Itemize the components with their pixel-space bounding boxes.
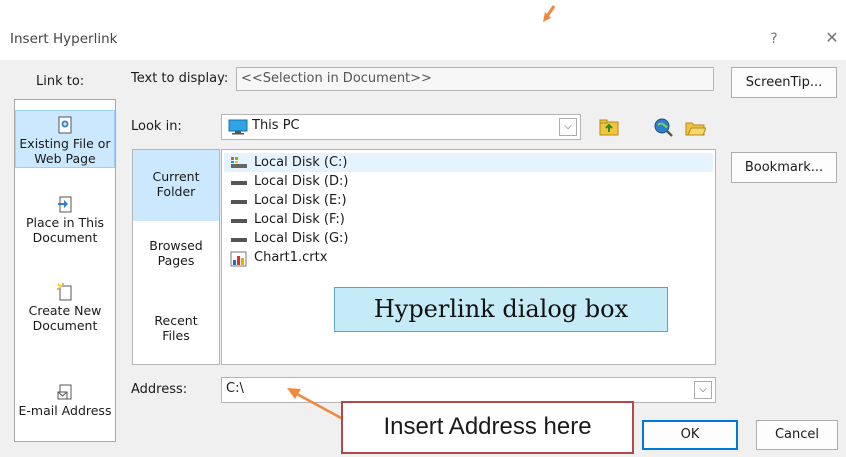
link-to-existing-file-line2: Web Page [34, 151, 96, 166]
view-recent-files-line1: Recent [154, 313, 198, 328]
up-folder-icon[interactable] [598, 116, 620, 138]
file-row[interactable]: Local Disk (D:) [224, 172, 713, 191]
close-button[interactable]: ✕ [822, 28, 842, 48]
look-in-label: Look in: [131, 119, 182, 134]
link-to-email-line1: E-mail Address [18, 403, 112, 418]
file-row[interactable]: Local Disk (G:) [224, 229, 713, 248]
link-to-place-line1: Place in This [25, 215, 105, 230]
cancel-button[interactable]: Cancel [756, 420, 838, 450]
file-row[interactable]: Local Disk (C:) [224, 153, 713, 172]
chart-file-icon [230, 251, 247, 267]
callout-arrow-icon [287, 388, 344, 421]
link-to-panel: Existing File or Web Page Place in This … [14, 99, 116, 442]
screentip-button[interactable]: ScreenTip... [731, 67, 837, 98]
hyperlink-dialog-callout: Hyperlink dialog box [334, 287, 668, 332]
place-in-document-icon [58, 196, 72, 213]
pointer-arrow-icon [543, 5, 556, 22]
create-new-document-icon [57, 283, 72, 301]
link-to-label: Link to: [36, 74, 85, 89]
look-in-value: This PC [252, 118, 300, 133]
view-browsed-pages[interactable]: Browsed Pages [133, 238, 219, 278]
drive-icon [231, 219, 247, 223]
link-to-create-new-document[interactable]: Create New Document [15, 283, 115, 343]
address-label: Address: [131, 382, 188, 397]
file-name: Local Disk (G:) [254, 231, 349, 246]
view-browsed-pages-line1: Browsed [149, 238, 203, 253]
view-selector-panel: Current Folder Browsed Pages Recent File… [132, 149, 220, 365]
link-to-email-address[interactable]: E-mail Address [15, 383, 115, 423]
email-address-icon [57, 384, 72, 400]
ok-button[interactable]: OK [642, 420, 738, 450]
text-to-display-label: Text to display: [131, 71, 229, 86]
file-name: Local Disk (C:) [254, 155, 348, 170]
this-pc-icon [228, 119, 248, 135]
link-to-existing-file[interactable]: Existing File or Web Page [15, 110, 115, 168]
system-drive-icon [231, 157, 247, 168]
file-name: Chart1.crtx [254, 250, 328, 265]
file-name: Local Disk (E:) [254, 193, 347, 208]
title-bar: Insert Hyperlink ? ✕ [0, 0, 846, 60]
drive-icon [231, 200, 247, 204]
look-in-dropdown-arrow[interactable]: ⌵ [559, 118, 577, 136]
browse-file-icon[interactable] [684, 116, 706, 138]
view-browsed-pages-line2: Pages [157, 253, 195, 268]
view-recent-files[interactable]: Recent Files [133, 313, 219, 353]
file-row[interactable]: Chart1.crtx [224, 248, 713, 267]
file-name: Local Disk (D:) [254, 174, 349, 189]
insert-address-callout: Insert Address here [341, 401, 634, 454]
address-dropdown-arrow[interactable]: ⌵ [694, 381, 712, 399]
link-to-existing-file-line1: Existing File or [19, 136, 111, 151]
address-value: C:\ [226, 381, 244, 396]
text-to-display-input[interactable]: <<Selection in Document>> [236, 67, 714, 91]
file-name: Local Disk (F:) [254, 212, 345, 227]
view-current-folder-line1: Current [152, 169, 200, 184]
existing-file-icon [58, 116, 72, 134]
view-current-folder[interactable]: Current Folder [133, 150, 219, 221]
link-to-place-in-document[interactable]: Place in This Document [15, 195, 115, 255]
browse-web-icon[interactable] [652, 116, 674, 138]
drive-icon [231, 181, 247, 185]
file-row[interactable]: Local Disk (E:) [224, 191, 713, 210]
drive-icon [231, 238, 247, 242]
link-to-create-line2: Document [32, 318, 98, 333]
file-row[interactable]: Local Disk (F:) [224, 210, 713, 229]
view-current-folder-line2: Folder [156, 184, 196, 199]
link-to-place-line2: Document [32, 230, 98, 245]
window-title: Insert Hyperlink [10, 31, 118, 47]
help-button[interactable]: ? [764, 29, 784, 49]
file-list[interactable]: Local Disk (C:) Local Disk (D:) Local Di… [221, 149, 716, 365]
bookmark-button[interactable]: Bookmark... [731, 152, 837, 183]
link-to-create-line1: Create New [28, 303, 102, 318]
look-in-select[interactable]: This PC ⌵ [221, 114, 581, 140]
view-recent-files-line2: Files [162, 328, 190, 343]
